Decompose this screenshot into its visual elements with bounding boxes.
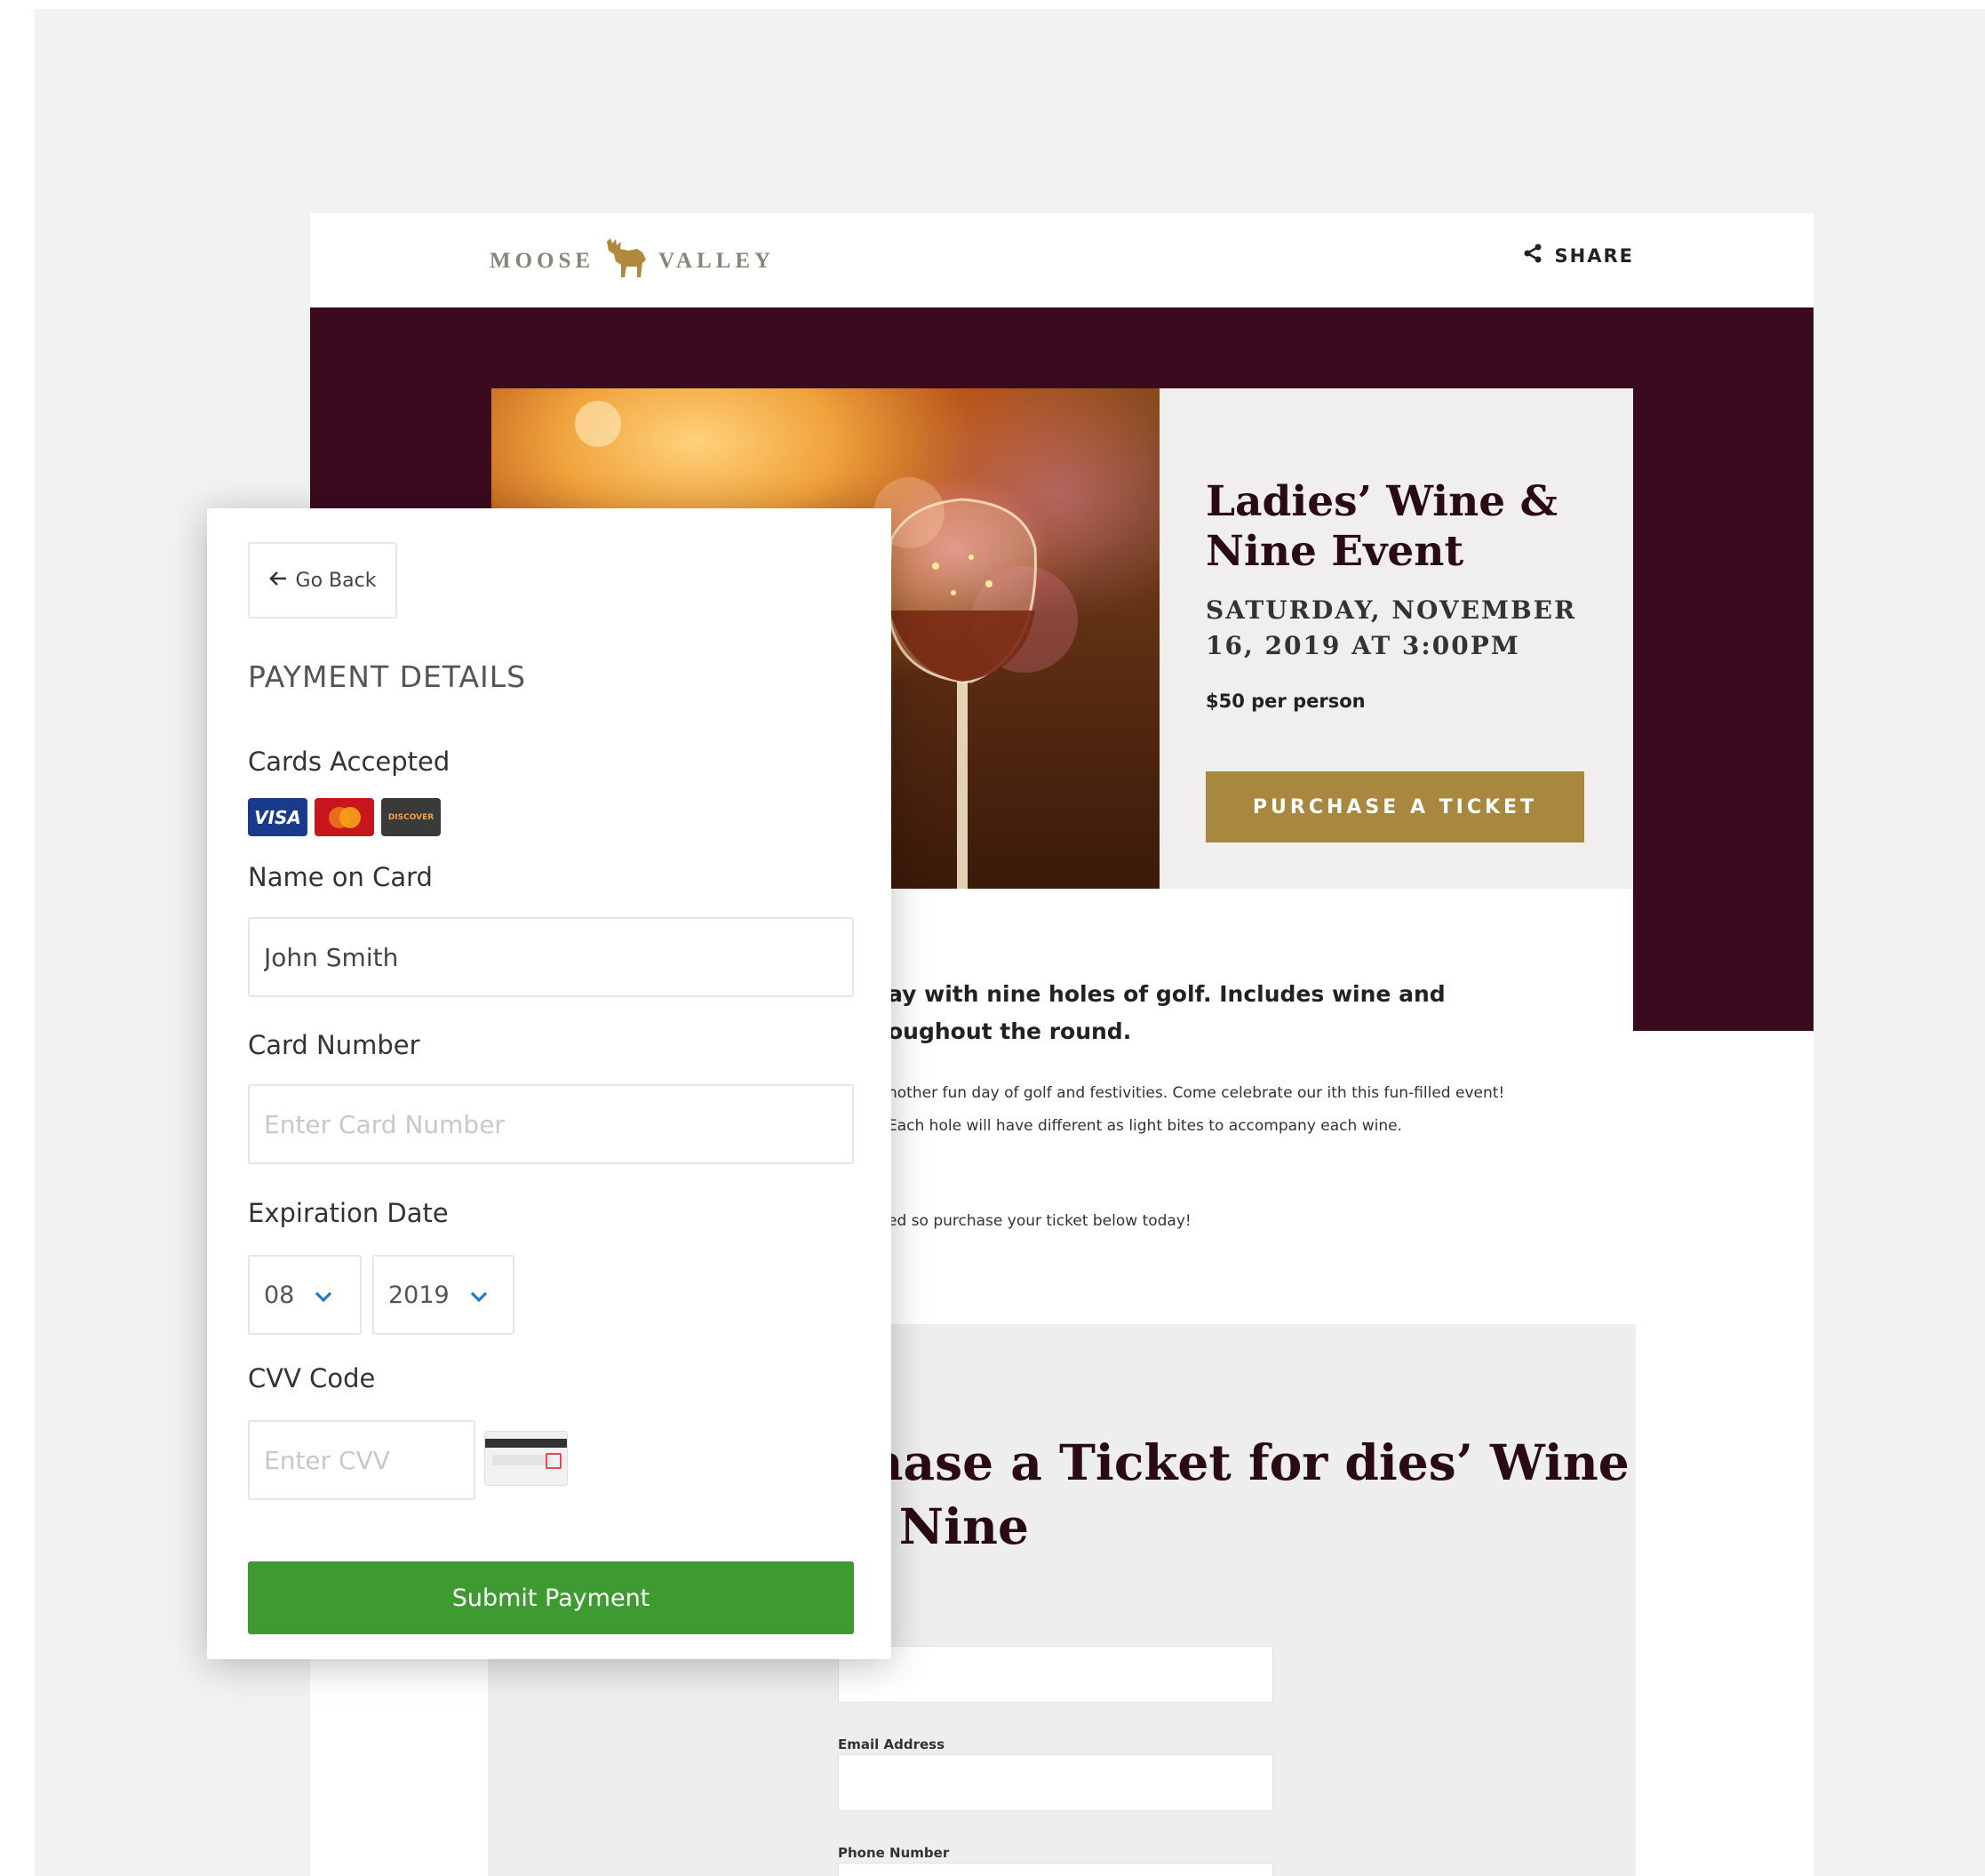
share-label: SHARE — [1554, 244, 1634, 267]
expiration-year-value: 2019 — [388, 1281, 450, 1309]
expiration-date-label: Expiration Date — [248, 1198, 449, 1228]
event-title: Ladies’ Wine & Nine Event — [1206, 477, 1558, 576]
expiration-month-select[interactable]: 08 — [248, 1255, 362, 1335]
payment-title: PAYMENT DETAILS — [248, 659, 527, 694]
cvv-card-icon — [484, 1431, 568, 1486]
logo-word-left: MOOSE — [490, 249, 595, 273]
accepted-cards: VISA DISCOVER — [248, 798, 441, 836]
event-price: $50 per person — [1206, 691, 1366, 712]
submit-payment-button[interactable]: Submit Payment — [248, 1561, 854, 1634]
description-cta: ed so purchase your ticket below today! — [888, 1212, 1192, 1230]
discover-icon: DISCOVER — [381, 798, 441, 836]
cvv-code-label: CVV Code — [248, 1363, 376, 1393]
field-label-phone: Phone Number — [838, 1845, 950, 1861]
visa-icon: VISA — [248, 798, 307, 836]
moose-icon — [602, 236, 651, 287]
payment-panel: Go Back PAYMENT DETAILS Cards Accepted V… — [207, 508, 891, 1659]
go-back-label: Go Back — [295, 569, 377, 592]
name-field[interactable] — [838, 1646, 1273, 1703]
event-info: Ladies’ Wine & Nine Event SATURDAY, NOVE… — [1160, 388, 1633, 889]
share-icon — [1523, 243, 1543, 267]
chevron-down-icon — [469, 1281, 489, 1309]
description-body: nother fun day of golf and festivities. … — [888, 1084, 1505, 1135]
cvv-input[interactable] — [248, 1420, 475, 1500]
site-header: MOOSE VALLEY SHARE — [310, 213, 1814, 307]
card-number-input[interactable] — [248, 1084, 854, 1164]
expiration-month-value: 08 — [264, 1281, 295, 1309]
name-on-card-input[interactable] — [248, 917, 854, 997]
event-date: SATURDAY, NOVEMBER 16, 2019 AT 3:00PM — [1206, 595, 1577, 660]
arrow-left-icon — [268, 570, 287, 592]
brand-logo[interactable]: MOOSE VALLEY — [490, 235, 775, 288]
go-back-button[interactable]: Go Back — [248, 542, 397, 619]
phone-field[interactable] — [838, 1863, 1273, 1876]
purchase-ticket-button[interactable]: PURCHASE A TICKET — [1206, 771, 1584, 842]
mastercard-icon — [315, 798, 374, 836]
chevron-down-icon — [314, 1281, 333, 1309]
field-label-email: Email Address — [838, 1736, 945, 1752]
cards-accepted-label: Cards Accepted — [248, 746, 450, 777]
expiration-year-select[interactable]: 2019 — [372, 1255, 514, 1335]
share-button[interactable]: SHARE — [1523, 243, 1634, 267]
name-on-card-label: Name on Card — [248, 862, 433, 892]
description-lead: ay with nine holes of golf. Includes win… — [888, 981, 1446, 1044]
logo-word-right: VALLEY — [658, 249, 776, 273]
email-field[interactable] — [838, 1754, 1273, 1811]
card-number-label: Card Number — [248, 1030, 420, 1060]
ticket-form-heading: chase a Ticket for dies’ Wine & Nine — [838, 1433, 1630, 1555]
